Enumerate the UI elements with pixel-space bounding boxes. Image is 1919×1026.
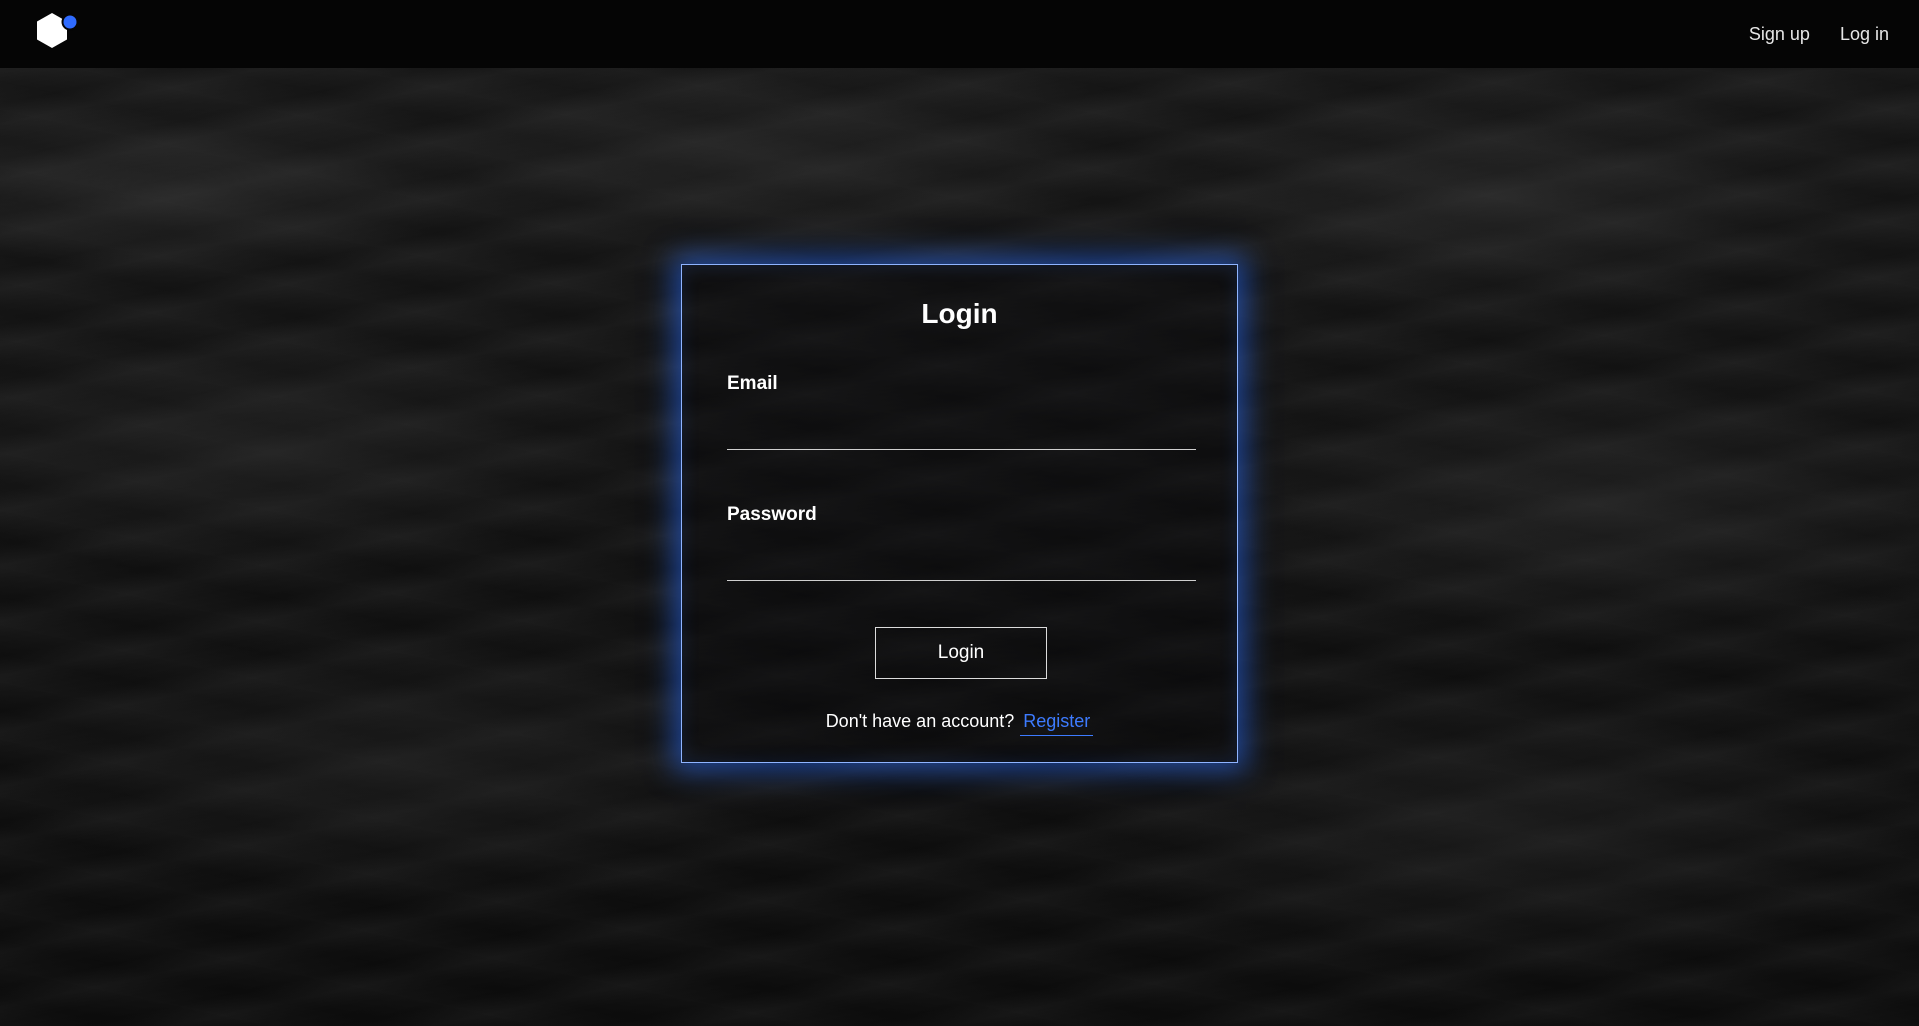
signup-link[interactable]: Sign up <box>1749 24 1810 45</box>
register-row: Don't have an account? Register <box>682 711 1237 736</box>
register-prompt: Don't have an account? <box>825 711 1015 731</box>
login-title: Login <box>921 298 998 329</box>
hexagon-logo-icon[interactable] <box>28 10 84 58</box>
header-nav: Sign up Log in <box>1749 0 1889 68</box>
login-card: Login Email Password Login Don't have an… <box>681 264 1238 763</box>
login-button[interactable]: Login <box>875 627 1047 679</box>
password-label: Password <box>727 504 817 525</box>
register-link[interactable]: Register <box>1020 711 1094 736</box>
password-field[interactable] <box>727 546 1196 581</box>
top-navbar: Sign up Log in <box>0 0 1919 68</box>
login-page: Sign up Log in Login Email Password Logi… <box>0 0 1919 1026</box>
email-field[interactable] <box>727 415 1196 450</box>
email-label: Email <box>727 373 778 394</box>
login-link[interactable]: Log in <box>1840 24 1889 45</box>
